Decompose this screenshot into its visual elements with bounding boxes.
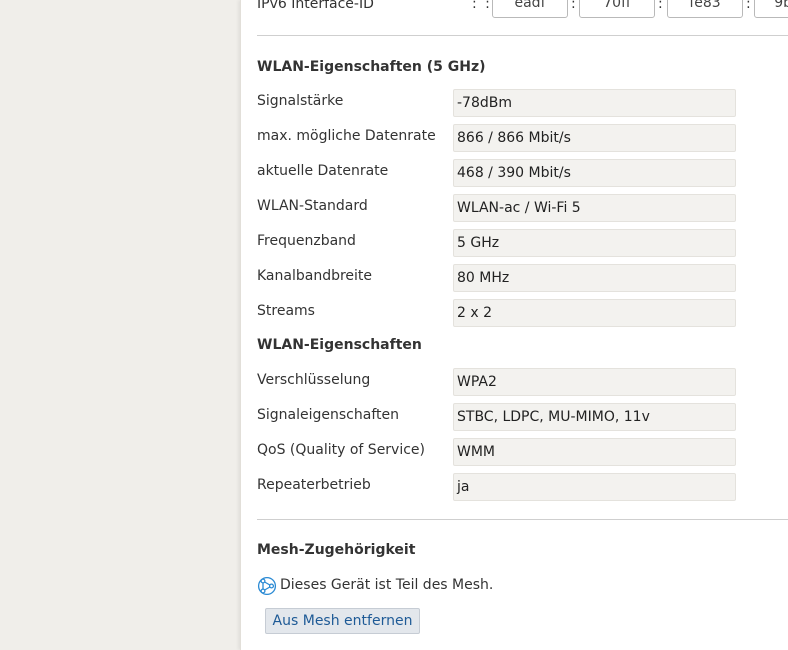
wlan-standard-value: WLAN-ac / Wi-Fi 5	[453, 194, 736, 222]
ipv6-segment-3-field[interactable]: fe83	[667, 0, 743, 18]
ipv6-prefix: : :	[472, 0, 492, 12]
ipv6-segment-2-field[interactable]: 70ff	[579, 0, 655, 18]
ipv6-segment-4-field[interactable]: 9bd6	[754, 0, 788, 18]
ipv6-segment-1-field[interactable]: eadf	[492, 0, 568, 18]
device-detail-panel: IPv6 Interface-ID : : eadf : 70ff : fe83…	[240, 0, 788, 650]
ipv6-separator: :	[658, 0, 663, 12]
encryption-label: Verschlüsselung	[257, 372, 371, 388]
frequency-band-value: 5 GHz	[453, 229, 736, 257]
mesh-status-text: Dieses Gerät ist Teil des Mesh.	[280, 577, 494, 593]
current-data-rate-label: aktuelle Datenrate	[257, 163, 389, 179]
wlan-section-title: WLAN-Eigenschaften	[257, 337, 422, 353]
ipv6-interface-id-row: IPv6 Interface-ID : : eadf : 70ff : fe83…	[257, 0, 788, 20]
ipv6-separator: :	[746, 0, 751, 12]
frequency-band-label: Frequenzband	[257, 233, 356, 249]
section-divider	[257, 519, 788, 520]
max-data-rate-label: max. mögliche Datenrate	[257, 128, 436, 144]
streams-label: Streams	[257, 303, 315, 319]
encryption-value: WPA2	[453, 368, 736, 396]
signal-strength-label: Signalstärke	[257, 93, 344, 109]
signal-properties-value: STBC, LDPC, MU-MIMO, 11v	[453, 403, 736, 431]
channel-bandwidth-value: 80 MHz	[453, 264, 736, 292]
signal-properties-label: Signaleigenschaften	[257, 407, 399, 423]
qos-value: WMM	[453, 438, 736, 466]
channel-bandwidth-label: Kanalbandbreite	[257, 268, 373, 284]
wlan-standard-label: WLAN-Standard	[257, 198, 368, 214]
ipv6-separator: :	[571, 0, 576, 12]
repeater-mode-label: Repeaterbetrieb	[257, 477, 371, 493]
max-data-rate-value: 866 / 866 Mbit/s	[453, 124, 736, 152]
signal-strength-value: -78dBm	[453, 89, 736, 117]
remove-from-mesh-button[interactable]: Aus Mesh entfernen	[265, 608, 420, 634]
repeater-mode-value: ja	[453, 473, 736, 501]
mesh-icon	[257, 576, 277, 596]
current-data-rate-value: 468 / 390 Mbit/s	[453, 159, 736, 187]
streams-value: 2 x 2	[453, 299, 736, 327]
wlan-5ghz-section-title: WLAN-Eigenschaften (5 GHz)	[257, 59, 486, 75]
mesh-section-title: Mesh-Zugehörigkeit	[257, 542, 416, 558]
qos-label: QoS (Quality of Service)	[257, 442, 426, 458]
section-divider	[257, 35, 788, 36]
ipv6-interface-id-label: IPv6 Interface-ID	[257, 0, 374, 12]
